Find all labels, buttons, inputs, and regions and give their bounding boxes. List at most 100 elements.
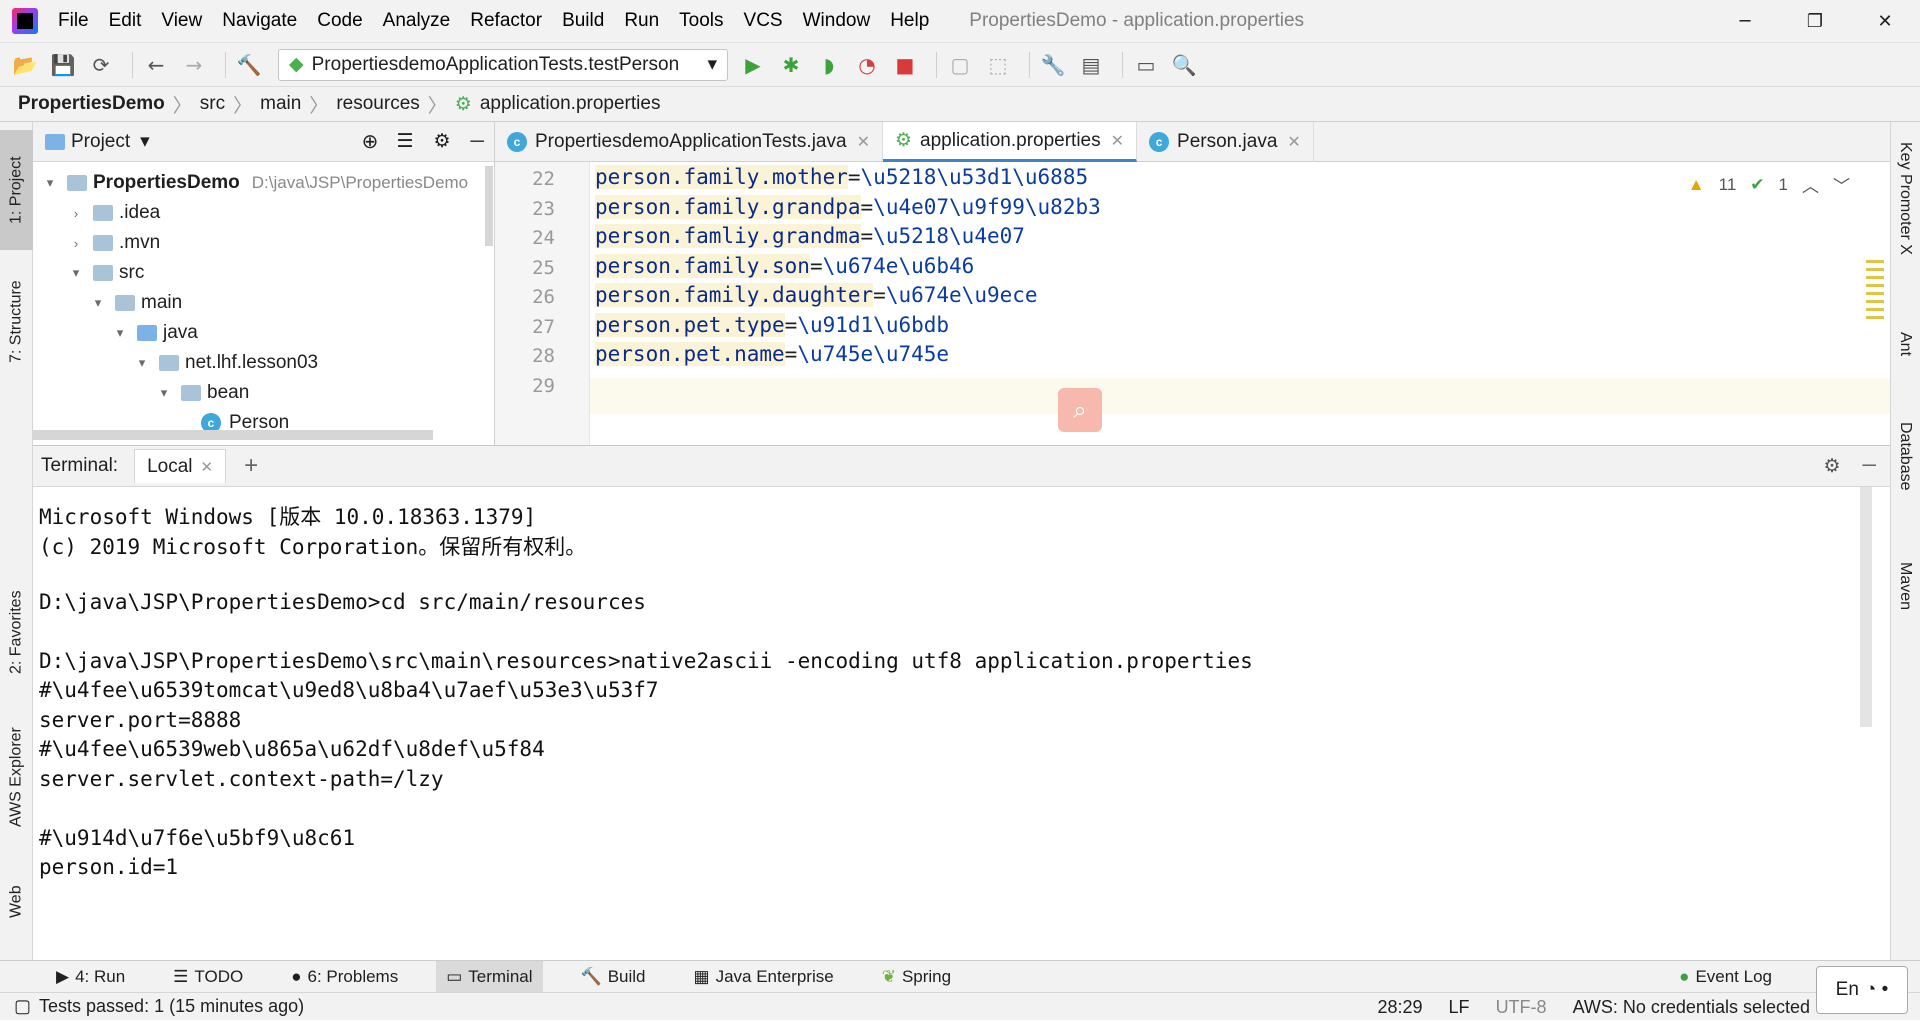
warning-stripe[interactable] [1866, 260, 1884, 263]
code-line[interactable]: person.family.son=\u674e\u6b46 [595, 253, 974, 278]
tool-java-enterprise[interactable]: ▦ Java Enterprise [684, 961, 844, 993]
chevron-down-icon[interactable]: ▾ [41, 175, 59, 191]
close-icon[interactable]: ✕ [1287, 132, 1300, 152]
tab-database[interactable]: Database [1890, 422, 1920, 532]
menu-item-refactor[interactable]: Refactor [460, 0, 552, 42]
breadcrumb-file[interactable]: application.properties [480, 93, 661, 115]
back-icon[interactable]: ← [141, 50, 171, 80]
open-folder-icon[interactable]: 📂 [10, 50, 40, 80]
chevron-right-icon[interactable]: › [67, 236, 85, 251]
tool-spring[interactable]: ❦ Spring [872, 961, 961, 993]
tab-key-promoter[interactable]: Key Promoter X [1890, 142, 1920, 302]
chevron-down-icon[interactable]: ▾ [89, 295, 107, 311]
menu-item-navigate[interactable]: Navigate [212, 0, 307, 42]
close-icon[interactable]: ✕ [1111, 131, 1124, 151]
code-editor[interactable]: 22 23 24 25 26 27 28 29 person.family.mother=\u5… [495, 162, 1890, 445]
line-separator[interactable]: LF [1449, 997, 1470, 1018]
code-line[interactable]: person.family.daughter=\u674e\u9ece [595, 283, 1038, 307]
menu-item-code[interactable]: Code [307, 0, 372, 42]
close-window-button[interactable]: ✕ [1850, 0, 1920, 42]
project-panel-title[interactable]: Project [71, 131, 130, 153]
add-tab-icon[interactable]: + [244, 452, 258, 480]
tab-ant[interactable]: Ant [1890, 332, 1920, 392]
save-icon[interactable]: 💾 [48, 50, 78, 80]
tree-row-idea[interactable]: › .idea [33, 198, 494, 228]
breadcrumb-project[interactable]: PropertiesDemo [18, 93, 165, 115]
collapse-all-icon[interactable]: ☰ [396, 130, 413, 153]
aws-status[interactable]: AWS: No credentials selected [1573, 997, 1810, 1018]
tool-build[interactable]: 🔨 Build [571, 961, 656, 993]
chevron-down-icon[interactable]: ▾ [111, 325, 129, 341]
menu-item-tools[interactable]: Tools [669, 0, 733, 42]
terminal-icon[interactable]: ▭ [1131, 50, 1161, 80]
hide-panel-icon[interactable]: ─ [1863, 455, 1876, 477]
chevron-up-icon[interactable]: ︿ [1802, 172, 1819, 197]
close-icon[interactable]: ✕ [857, 132, 870, 152]
tab-tests-java[interactable]: c PropertiesdemoApplicationTests.java ✕ [495, 122, 883, 162]
chevron-down-icon[interactable]: ▾ [133, 355, 151, 371]
breadcrumb-resources[interactable]: resources [336, 93, 419, 115]
menu-item-analyze[interactable]: Analyze [373, 0, 461, 42]
menu-item-help[interactable]: Help [880, 0, 939, 42]
debug-icon[interactable]: ✱ [776, 50, 806, 80]
terminal-tab-local[interactable]: Local ✕ [134, 449, 227, 483]
warning-stripe[interactable] [1866, 268, 1884, 271]
tree-row-src[interactable]: ▾ src [33, 258, 494, 288]
layout-icon[interactable]: ▢ [14, 996, 31, 1017]
code-line[interactable]: person.pet.type=\u91d1\u6bdb [595, 312, 949, 337]
code-line[interactable]: person.family.grandpa=\u4e07\u9f99\u82b3 [595, 194, 1101, 219]
chevron-down-icon[interactable]: ▾ [155, 385, 173, 401]
project-structure-icon[interactable]: ▤ [1076, 50, 1106, 80]
status-message[interactable]: Tests passed: 1 (15 minutes ago) [39, 996, 304, 1017]
code-line[interactable]: person.family.mother=\u5218\u53d1\u6885 [595, 165, 1088, 189]
tree-row-mvn[interactable]: › .mvn [33, 228, 494, 258]
code-line[interactable]: person.pet.name=\u745e\u745e [595, 342, 949, 366]
tree-scrollbar[interactable] [485, 166, 493, 246]
sync-icon[interactable]: ⟳ [86, 50, 116, 80]
tab-aws-explorer[interactable]: AWS Explorer [0, 712, 33, 842]
tree-h-scrollbar[interactable] [33, 430, 433, 440]
menu-item-window[interactable]: Window [793, 0, 881, 42]
stop-icon[interactable]: ■ [890, 50, 920, 80]
warning-stripe[interactable] [1866, 300, 1884, 303]
tab-person-java[interactable]: c Person.java ✕ [1137, 122, 1314, 162]
run-icon[interactable]: ▶ [738, 50, 768, 80]
tab-favorites[interactable]: 2: Favorites [0, 572, 33, 692]
restore-button[interactable]: ❐ [1780, 0, 1850, 42]
breadcrumb-src[interactable]: src [200, 93, 225, 115]
tree-row-bean[interactable]: ▾ bean [33, 378, 494, 408]
tab-structure[interactable]: 7: Structure [0, 262, 33, 382]
tree-row-root[interactable]: ▾ PropertiesDemo D:\java\JSP\PropertiesD… [33, 168, 494, 198]
run-configuration-select[interactable]: ◆ PropertiesdemoApplicationTests.testPer… [278, 48, 728, 81]
warning-stripe[interactable] [1866, 284, 1884, 287]
breadcrumb-main[interactable]: main [260, 93, 301, 115]
gear-icon[interactable]: ⚙ [433, 130, 450, 153]
code-line[interactable]: person.famliy.grandma=\u5218\u4e07 [595, 224, 1025, 248]
tree-row-package[interactable]: ▾ net.lhf.lesson03 [33, 348, 494, 378]
menu-item-vcs[interactable]: VCS [734, 0, 793, 42]
inspection-widget[interactable]: ▲ 11 ✔ 1 ︿ ﹀ [1688, 172, 1850, 197]
warning-stripe[interactable] [1866, 308, 1884, 311]
chevron-down-icon[interactable]: ▾ [140, 130, 150, 153]
menu-item-file[interactable]: File [48, 0, 99, 42]
caret-position[interactable]: 28:29 [1378, 997, 1423, 1018]
warning-stripe[interactable] [1866, 276, 1884, 279]
hide-panel-icon[interactable]: ─ [471, 131, 484, 153]
terminal-output[interactable]: Microsoft Windows [版本 10.0.18363.1379] (c… [33, 487, 1890, 960]
tab-maven[interactable]: Maven [1890, 562, 1920, 642]
attach-debugger-icon[interactable]: ▢ [945, 50, 975, 80]
chevron-down-icon[interactable]: ﹀ [1833, 172, 1850, 197]
tool-run[interactable]: ▶ 4: Run [46, 961, 135, 993]
settings-wrench-icon[interactable]: 🔧 [1038, 50, 1068, 80]
search-icon[interactable]: 🔍 [1169, 50, 1199, 80]
forward-icon[interactable]: → [179, 50, 209, 80]
menu-item-edit[interactable]: Edit [99, 0, 152, 42]
menu-item-view[interactable]: View [151, 0, 212, 42]
build-hammer-icon[interactable]: 🔨 [234, 50, 264, 80]
tree-row-main[interactable]: ▾ main [33, 288, 494, 318]
file-encoding[interactable]: UTF-8 [1496, 997, 1547, 1018]
chevron-right-icon[interactable]: › [67, 206, 85, 221]
menu-item-build[interactable]: Build [552, 0, 614, 42]
tree-row-java[interactable]: ▾ java [33, 318, 494, 348]
deploy-icon[interactable]: ⬚ [983, 50, 1013, 80]
